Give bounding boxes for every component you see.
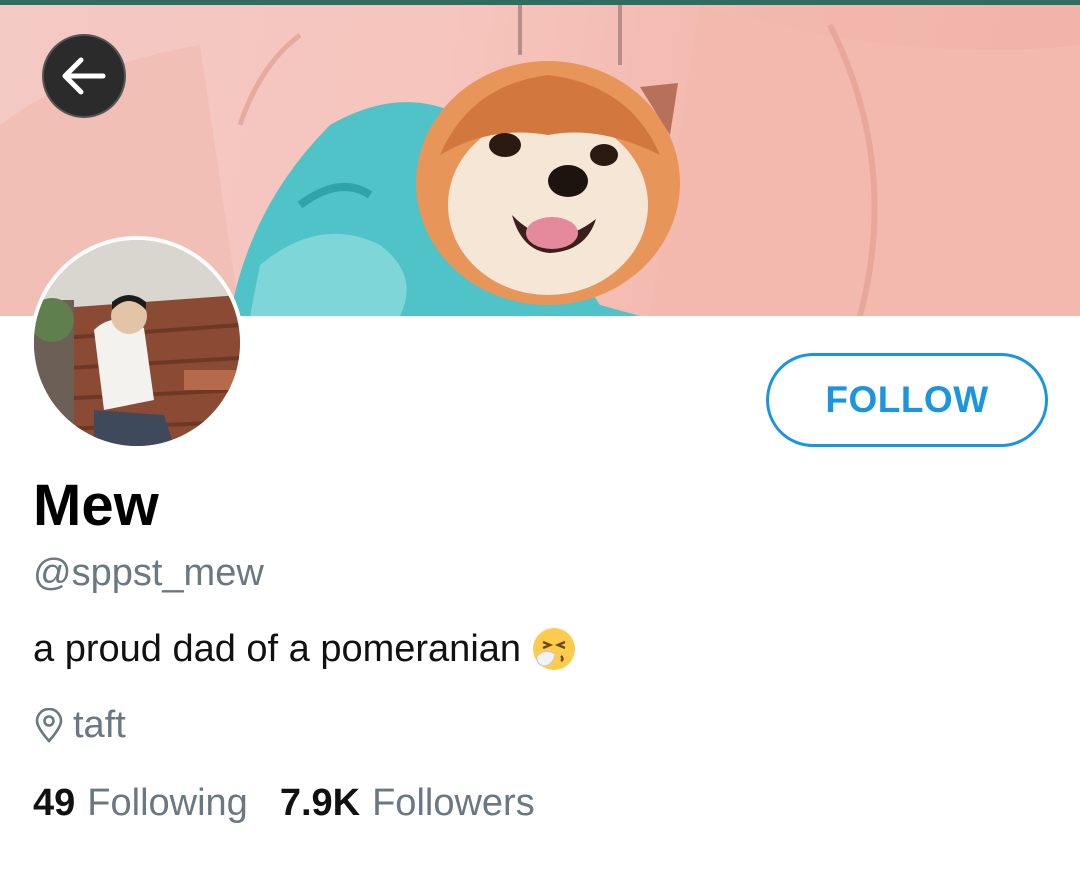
profile-stats: 49 Following 7.9K Followers bbox=[33, 782, 535, 825]
bio-text: a proud dad of a pomeranian bbox=[33, 627, 522, 670]
followers-label: Followers bbox=[372, 782, 535, 824]
avatar-photo bbox=[34, 240, 240, 446]
profile-handle: @sppst_mew bbox=[33, 552, 264, 594]
profile-name: Mew bbox=[33, 473, 159, 538]
back-button[interactable] bbox=[42, 34, 126, 118]
followers-count: 7.9K bbox=[279, 782, 361, 824]
profile-location: taft bbox=[33, 704, 126, 747]
follow-button[interactable]: FOLLOW bbox=[766, 353, 1048, 447]
profile-bio: a proud dad of a pomeranian bbox=[33, 626, 577, 672]
location-text: taft bbox=[73, 704, 126, 746]
arrow-left-icon bbox=[62, 57, 106, 95]
sneezing-face-icon bbox=[533, 628, 576, 670]
following-count: 49 bbox=[33, 782, 76, 824]
location-pin-icon bbox=[35, 707, 63, 743]
following-stat[interactable]: 49 Following bbox=[33, 782, 248, 825]
avatar[interactable] bbox=[30, 236, 244, 450]
followers-stat[interactable]: 7.9K Followers bbox=[280, 782, 535, 825]
following-label: Following bbox=[87, 782, 248, 824]
